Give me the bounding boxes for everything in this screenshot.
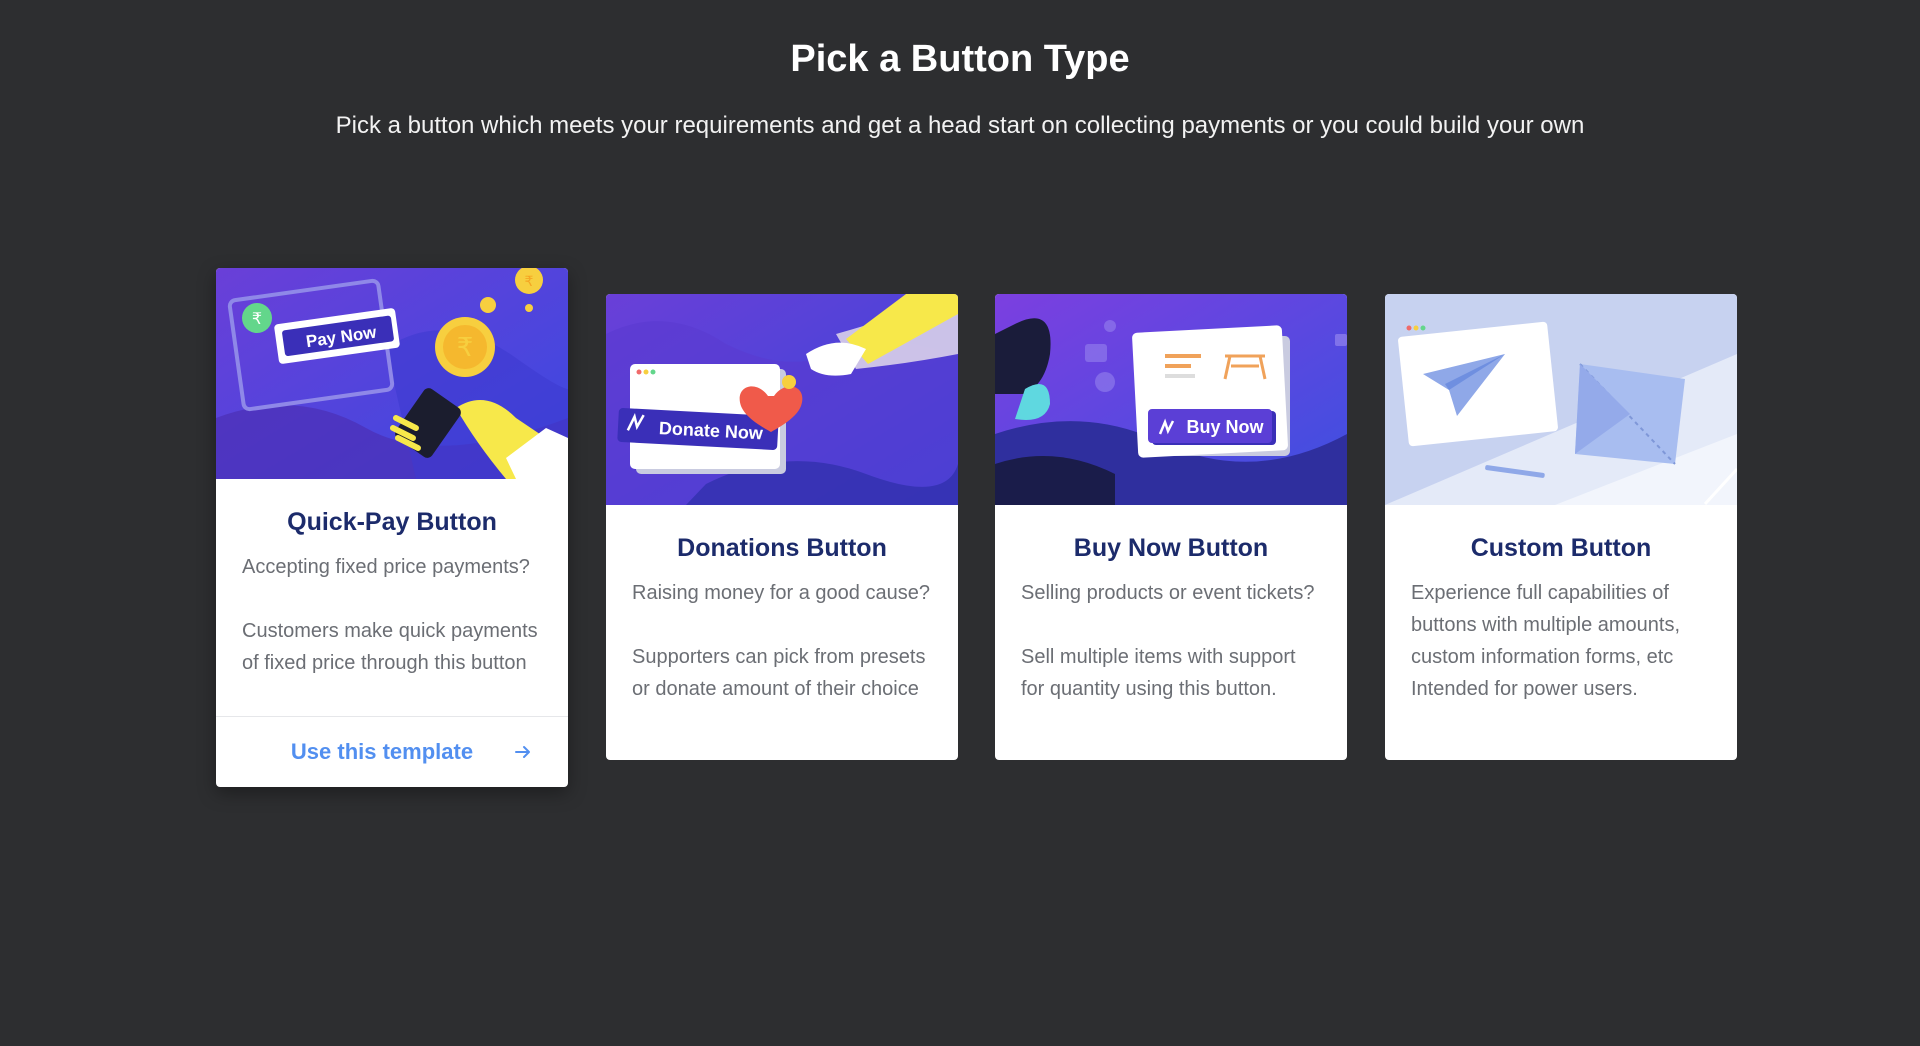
card-question: Raising money for a good cause? <box>632 582 930 604</box>
use-template-link[interactable]: Use this template <box>291 739 473 765</box>
card-title: Donations Button <box>677 534 887 562</box>
card-description: Accepting fixed price payments? Customer… <box>216 551 568 679</box>
donations-card[interactable]: Donate Now Donations Button Raising mone… <box>606 294 958 760</box>
card-detail: Customers make quick payments of fixed p… <box>242 620 538 674</box>
buy-now-card[interactable]: Buy Now Buy Now Button Selling products … <box>995 294 1347 760</box>
card-detail: Experience full capabilities of buttons … <box>1411 582 1681 700</box>
card-question: Selling products or event tickets? <box>1021 582 1315 604</box>
card-description: Raising money for a good cause? Supporte… <box>606 577 958 705</box>
card-description: Selling products or event tickets? Sell … <box>995 577 1347 705</box>
card-detail: Supporters can pick from presets or dona… <box>632 646 926 700</box>
svg-text:₹: ₹ <box>457 333 474 363</box>
card-question: Accepting fixed price payments? <box>242 556 530 578</box>
buy-now-label: Buy Now <box>1186 417 1264 437</box>
page-title: Pick a Button Type <box>790 38 1130 80</box>
svg-text:₹: ₹ <box>525 274 534 290</box>
svg-text:₹: ₹ <box>252 309 262 328</box>
page-subtitle: Pick a button which meets your requireme… <box>335 112 1585 139</box>
custom-illustration <box>1385 294 1737 505</box>
card-footer: Use this template <box>216 716 568 787</box>
card-title: Quick-Pay Button <box>287 508 497 536</box>
buy-now-illustration: Buy Now <box>995 294 1347 505</box>
card-title: Buy Now Button <box>1073 534 1269 562</box>
donations-illustration: Donate Now <box>606 294 958 505</box>
card-description: Experience full capabilities of buttons … <box>1385 577 1737 705</box>
arrow-right-icon[interactable] <box>513 742 533 762</box>
card-detail: Sell multiple items with support for qua… <box>1021 646 1296 700</box>
quick-pay-card[interactable]: Pay Now ₹ ₹ ₹ Quick-Pay Button Accepting… <box>216 268 568 787</box>
quick-pay-illustration: Pay Now ₹ ₹ ₹ <box>216 268 568 479</box>
custom-card[interactable]: Custom Button Experience full capabiliti… <box>1385 294 1737 760</box>
card-title: Custom Button <box>1470 534 1652 562</box>
